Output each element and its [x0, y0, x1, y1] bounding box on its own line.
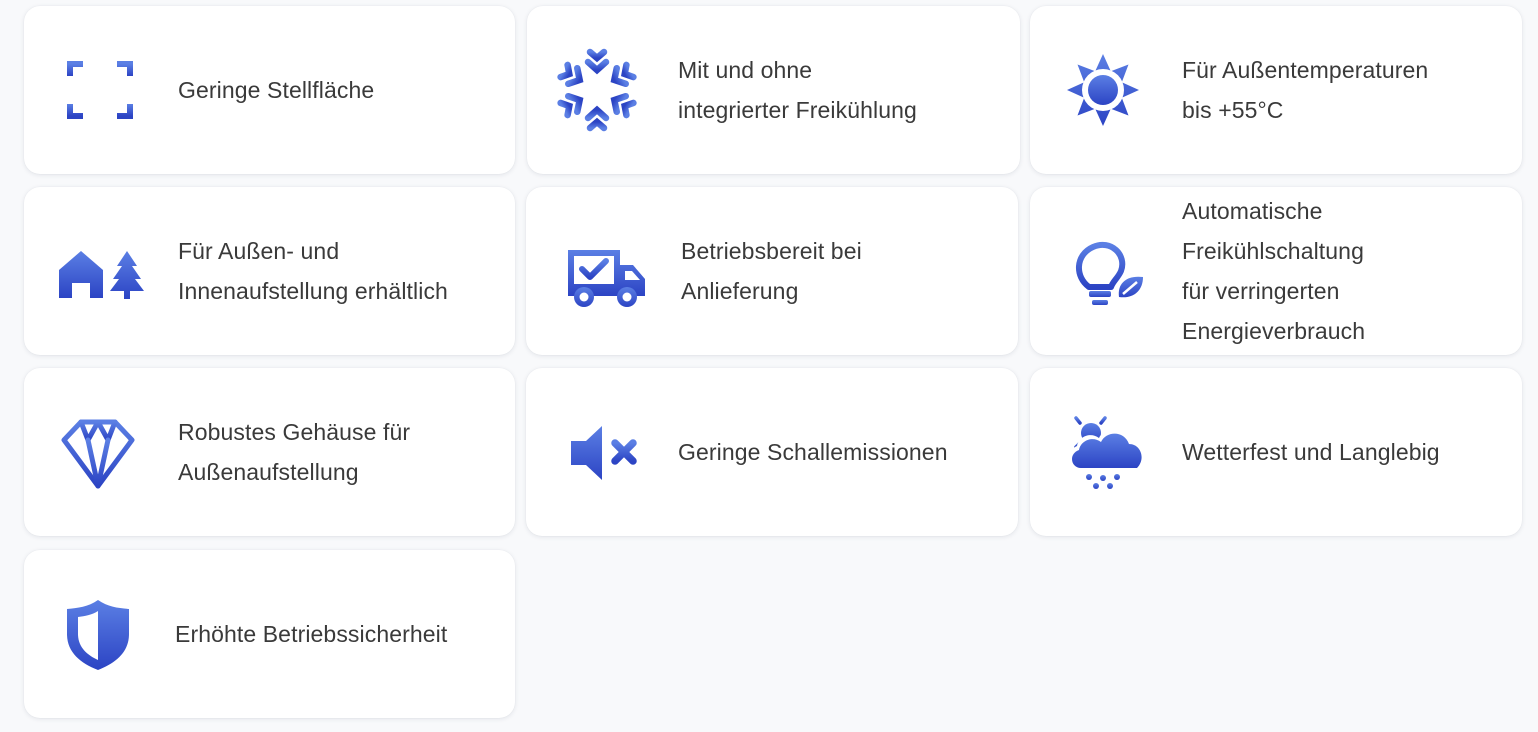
feature-card-outdoor-temperature: Für Außentemperaturen bis +55°C: [1030, 6, 1522, 174]
feature-label: Automatische Freikühlschaltung für verri…: [1182, 198, 1366, 344]
feature-card-robust-housing: Robustes Gehäuse für Außenaufstellung: [24, 368, 515, 536]
feature-card-small-footprint: Geringe Stellfläche: [24, 6, 515, 174]
feature-label: Wetterfest und Langlebig: [1182, 439, 1440, 465]
feature-label: Mit und ohne integrierter Freikühlung: [678, 57, 917, 123]
feature-label: Geringe Schallemissionen: [678, 439, 948, 465]
snowflake-icon: [547, 40, 647, 140]
feature-label: Für Außentemperaturen bis +55°C: [1182, 57, 1429, 123]
feature-label: Betriebsbereit bei Anlieferung: [681, 238, 862, 304]
speaker-mute-icon: [554, 402, 654, 502]
feature-label: Erhöhte Betriebssicherheit: [175, 621, 448, 647]
delivery-truck-check-icon: [554, 221, 654, 321]
feature-card-low-noise: Geringe Schallemissionen: [526, 368, 1018, 536]
house-tree-icon: [51, 221, 151, 321]
feature-card-ready-on-delivery: Betriebsbereit bei Anlieferung: [526, 187, 1018, 355]
feature-card-free-cooling: Mit und ohne integrierter Freikühlung: [527, 6, 1020, 174]
weather-sun-cloud-icon: [1053, 402, 1153, 502]
feature-card-weatherproof: Wetterfest und Langlebig: [1030, 368, 1522, 536]
feature-card-indoor-outdoor: Für Außen- und Innenaufstellung erhältli…: [24, 187, 515, 355]
feature-label: Geringe Stellfläche: [178, 77, 375, 103]
feature-label: Für Außen- und Innenaufstellung erhältli…: [178, 238, 448, 304]
eco-lightbulb-icon: [1053, 221, 1153, 321]
frame-corners-icon: [50, 40, 150, 140]
feature-card-operational-safety: Erhöhte Betriebssicherheit: [24, 550, 515, 718]
feature-card-automatic-free-cooling: Automatische Freikühlschaltung für verri…: [1030, 187, 1522, 355]
sun-icon: [1053, 40, 1153, 140]
feature-label: Robustes Gehäuse für Außenaufstellung: [178, 419, 411, 485]
shield-icon: [48, 584, 148, 684]
diamond-icon: [48, 402, 148, 502]
